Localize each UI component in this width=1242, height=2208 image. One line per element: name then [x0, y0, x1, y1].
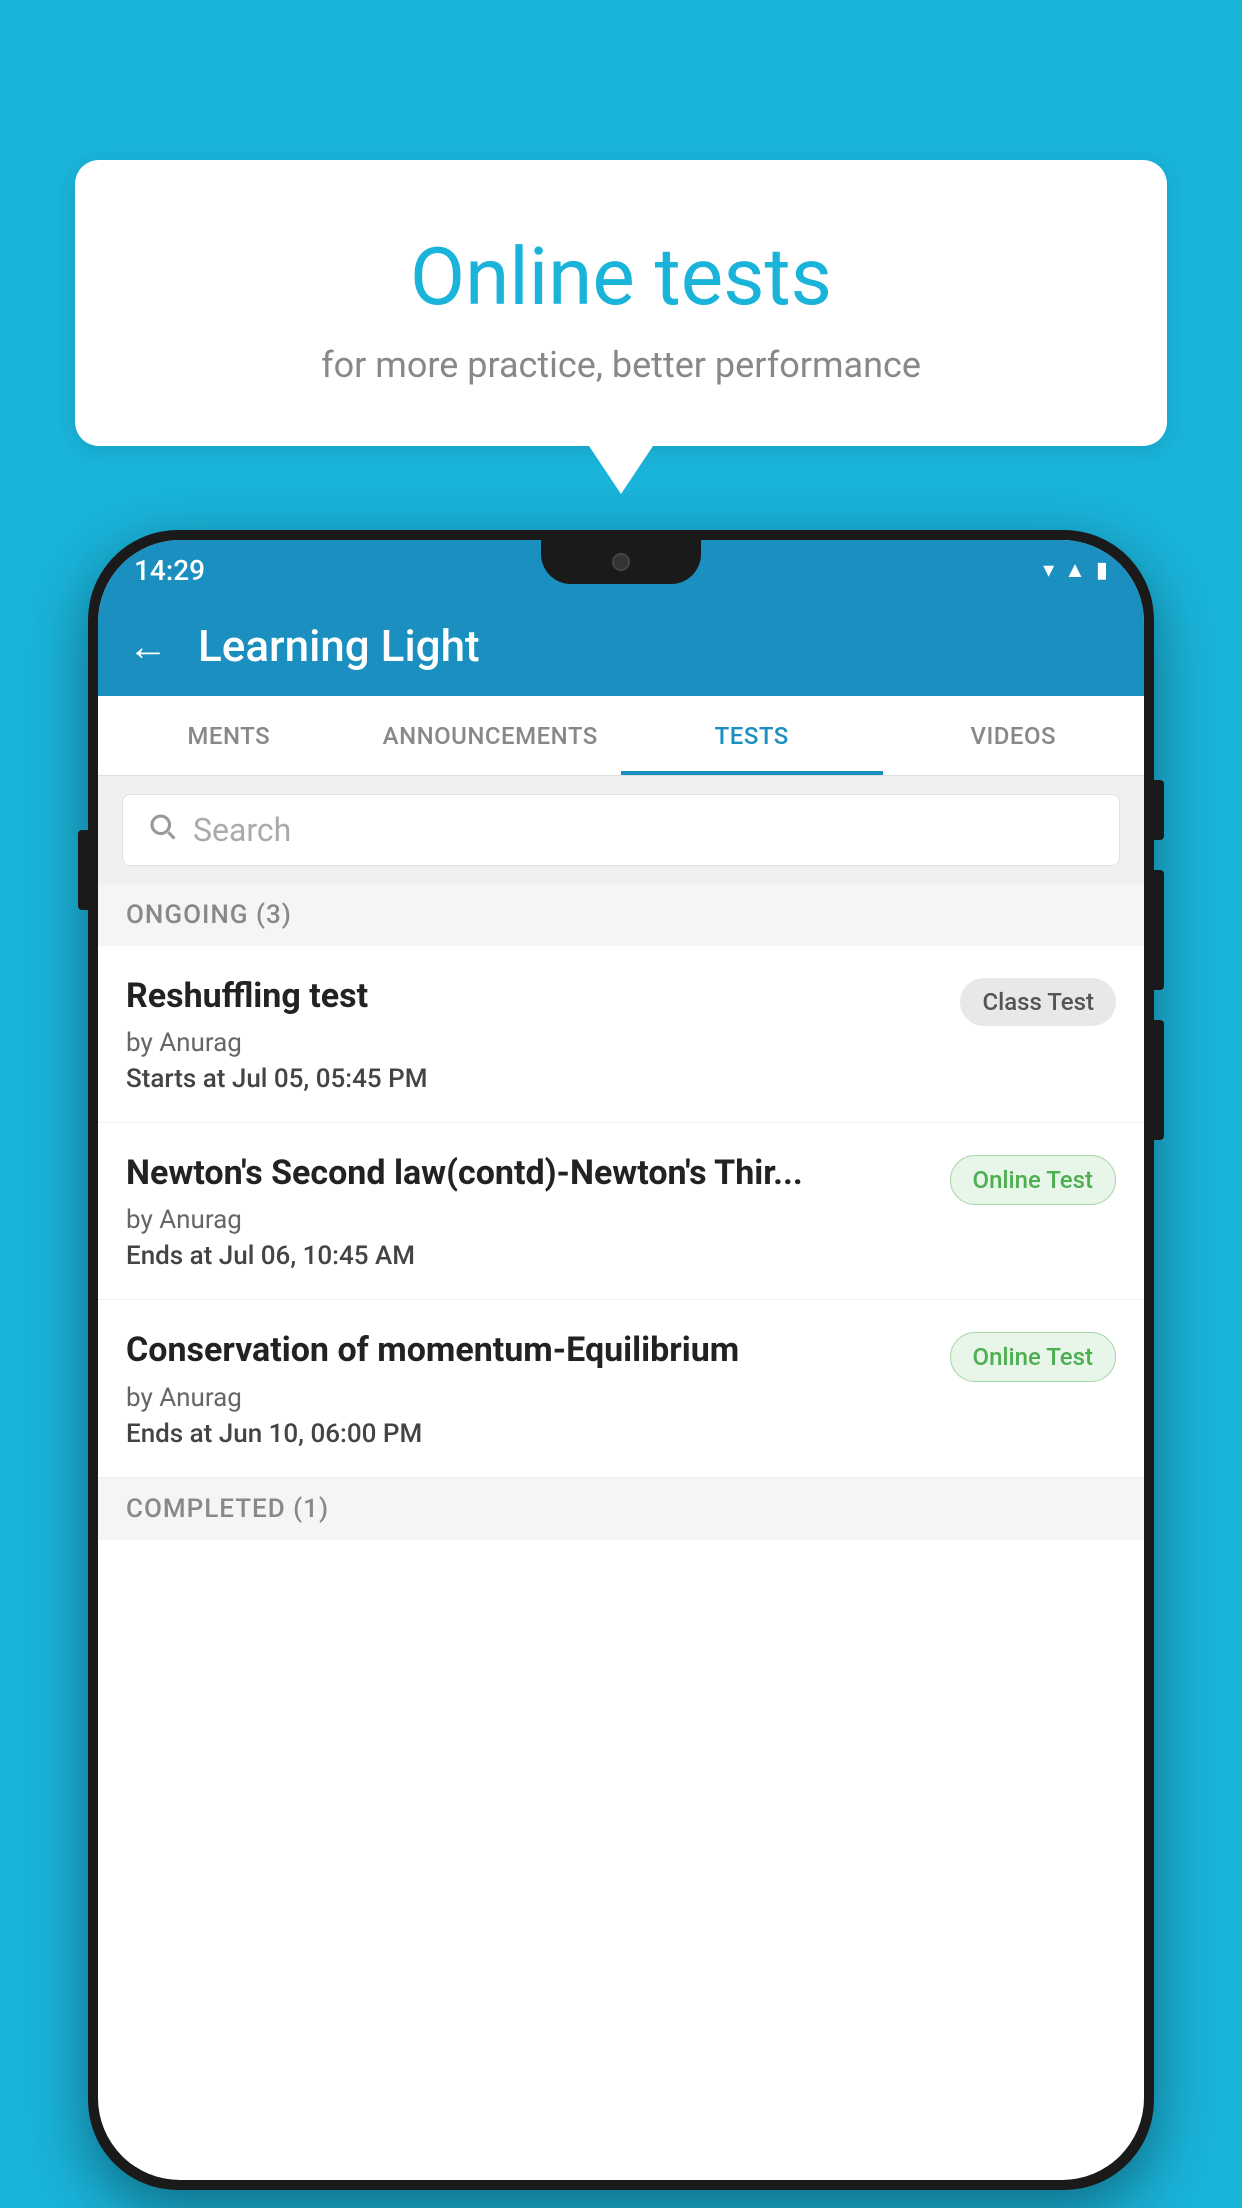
app-bar: ← Learning Light [98, 596, 1144, 696]
completed-section-header: COMPLETED (1) [98, 1478, 1144, 1540]
wifi-icon: ▾ [1043, 558, 1054, 583]
tab-ments[interactable]: MENTS [98, 696, 360, 775]
tab-announcements[interactable]: ANNOUNCEMENTS [360, 696, 622, 775]
power-button [1154, 780, 1164, 840]
test-info-2: Newton's Second law(contd)-Newton's Thir… [126, 1151, 934, 1271]
test-item-2[interactable]: Newton's Second law(contd)-Newton's Thir… [98, 1123, 1144, 1300]
volume-up-button [1154, 870, 1164, 990]
bubble-title: Online tests [135, 230, 1107, 324]
test-author-3: by Anurag [126, 1383, 934, 1413]
back-button[interactable]: ← [128, 623, 168, 670]
app-title: Learning Light [198, 620, 480, 672]
speech-bubble: Online tests for more practice, better p… [75, 160, 1167, 446]
badge-online-test-3: Online Test [950, 1332, 1116, 1382]
tab-videos[interactable]: VIDEOS [883, 696, 1145, 775]
test-author-1: by Anurag [126, 1028, 944, 1058]
volume-button [78, 830, 88, 910]
test-name-2: Newton's Second law(contd)-Newton's Thir… [126, 1151, 934, 1195]
search-container: Search [98, 776, 1144, 884]
test-date-2: Ends at Jul 06, 10:45 AM [126, 1241, 934, 1271]
completed-label: COMPLETED (1) [126, 1494, 329, 1524]
ongoing-section-header: ONGOING (3) [98, 884, 1144, 946]
search-icon [147, 811, 177, 849]
status-time: 14:29 [134, 554, 205, 587]
test-author-2: by Anurag [126, 1205, 934, 1235]
phone-outer: 14:29 ▾ ▲ ▮ ← Learning Light MENTS ANNOU… [88, 530, 1154, 2190]
test-name-3: Conservation of momentum-Equilibrium [126, 1328, 934, 1372]
search-placeholder: Search [193, 811, 291, 849]
tabs-bar: MENTS ANNOUNCEMENTS TESTS VIDEOS [98, 696, 1144, 776]
test-item-3[interactable]: Conservation of momentum-Equilibrium by … [98, 1300, 1144, 1477]
test-name-1: Reshuffling test [126, 974, 944, 1018]
phone-screen: 14:29 ▾ ▲ ▮ ← Learning Light MENTS ANNOU… [98, 540, 1144, 2180]
ongoing-label: ONGOING (3) [126, 900, 292, 930]
phone-notch [541, 540, 701, 584]
test-date-3: Ends at Jun 10, 06:00 PM [126, 1419, 934, 1449]
test-item-1[interactable]: Reshuffling test by Anurag Starts at Jul… [98, 946, 1144, 1123]
test-list: Reshuffling test by Anurag Starts at Jul… [98, 946, 1144, 1478]
search-box[interactable]: Search [122, 794, 1120, 866]
phone-container: 14:29 ▾ ▲ ▮ ← Learning Light MENTS ANNOU… [88, 530, 1154, 2190]
bubble-subtitle: for more practice, better performance [135, 344, 1107, 386]
tab-tests[interactable]: TESTS [621, 696, 883, 775]
status-icons: ▾ ▲ ▮ [1043, 557, 1108, 583]
test-date-1: Starts at Jul 05, 05:45 PM [126, 1064, 944, 1094]
badge-online-test-2: Online Test [950, 1155, 1116, 1205]
test-info-1: Reshuffling test by Anurag Starts at Jul… [126, 974, 944, 1094]
battery-icon: ▮ [1096, 558, 1108, 583]
volume-down-button [1154, 1020, 1164, 1140]
front-camera [612, 553, 630, 571]
signal-icon: ▲ [1064, 557, 1086, 583]
speech-bubble-container: Online tests for more practice, better p… [75, 160, 1167, 446]
badge-class-test-1: Class Test [960, 978, 1116, 1026]
test-info-3: Conservation of momentum-Equilibrium by … [126, 1328, 934, 1448]
